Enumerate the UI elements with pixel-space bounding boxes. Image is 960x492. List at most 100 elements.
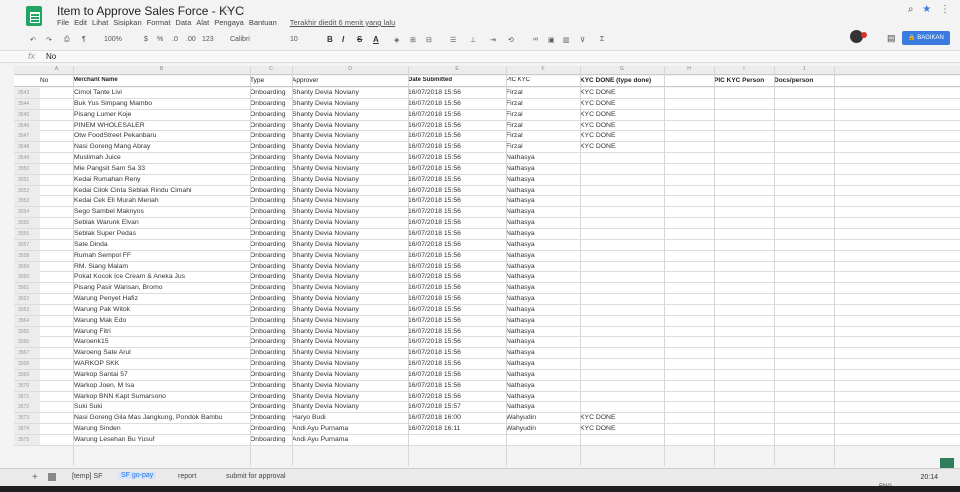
cell-date[interactable]: 16/07/2018 15:56 xyxy=(408,230,504,237)
header-approver[interactable]: Approver xyxy=(292,77,392,84)
cell-approver[interactable]: Shanty Devia Noviany xyxy=(292,208,406,215)
link-icon[interactable]: ∞ xyxy=(533,36,538,43)
cell-type[interactable]: Onboarding xyxy=(250,263,290,270)
cell-approver[interactable]: Andi Ayu Purnama xyxy=(292,436,406,443)
table-row[interactable]: 3558 Rumah Sempol FF Onboarding Shanty Devi… xyxy=(14,250,960,262)
cell-approver[interactable]: Shanty Devia Noviany xyxy=(292,273,406,280)
row-number[interactable]: 3554 xyxy=(14,207,40,218)
cell-date[interactable]: 16/07/2018 16:00 xyxy=(408,414,504,421)
bookmark-star-icon[interactable]: ★ xyxy=(922,4,931,15)
cell-kyc[interactable]: KYC DONE xyxy=(580,425,662,432)
row-number[interactable]: 3544 xyxy=(14,98,40,109)
table-row[interactable]: 3568 WARKOP SKK Onboarding Shanty Devia Nov… xyxy=(14,359,960,370)
cell-approver[interactable]: Haryo Budi xyxy=(292,414,406,421)
rotate-icon[interactable]: ⟲ xyxy=(508,36,514,44)
row-number[interactable]: 3567 xyxy=(14,348,40,359)
table-row[interactable]: 3569 Warkop Santai 57 Onboarding Shanty Dev… xyxy=(14,369,960,381)
table-row[interactable]: 3543 Cimol Tante Livi Onboarding Shanty Dev… xyxy=(14,88,960,99)
cell-approver[interactable]: Shanty Devia Noviany xyxy=(292,154,406,161)
tab-sf-go-pay[interactable]: SF go-pay xyxy=(118,472,157,479)
cell-merchant[interactable]: Otw FoodStreet Pekanbaru xyxy=(74,132,249,139)
table-row[interactable]: 3575 Warung Lesehan Bu Yusuf Onboarding And… xyxy=(14,435,960,446)
vertical-align-icon[interactable]: ⊥ xyxy=(470,36,476,44)
table-row[interactable]: 3559 RM. Siang Malam Onboarding Shanty Devi… xyxy=(14,261,960,273)
cell-merchant[interactable]: Warung Lesehan Bu Yusuf xyxy=(74,436,249,443)
cell-merchant[interactable]: Nasi Goreng Mang Abray xyxy=(74,143,249,150)
table-row[interactable]: 3561 Pisang Pasir Warisan, Bromo Onboardin… xyxy=(14,283,960,295)
table-row[interactable]: 3564 Warung Mak Edo Onboarding Shanty Devia… xyxy=(14,315,960,327)
column-header[interactable]: J xyxy=(774,66,834,72)
cell-approver[interactable]: Shanty Devia Noviany xyxy=(292,165,406,172)
cell-type[interactable]: Onboarding xyxy=(250,219,290,226)
cell-type[interactable]: Onboarding xyxy=(250,154,290,161)
cell-pic[interactable]: Nathasya xyxy=(506,165,578,172)
cell-pic[interactable]: Wahyudin xyxy=(506,425,578,432)
cell-approver[interactable]: Shanty Devia Noviany xyxy=(292,89,406,96)
cell-date[interactable]: 16/07/2018 15:56 xyxy=(408,100,504,107)
cell-pic[interactable]: Nathasya xyxy=(506,382,578,389)
strikethrough-button[interactable]: S xyxy=(357,35,362,44)
cell-type[interactable]: Onboarding xyxy=(250,197,290,204)
cell-merchant[interactable]: Warkop Santai 57 xyxy=(74,371,249,378)
cell-merchant[interactable]: PINEM WHOLESALER xyxy=(74,122,249,129)
cell-type[interactable]: Onboarding xyxy=(250,132,290,139)
cell-merchant[interactable]: Cimol Tante Livi xyxy=(74,89,249,96)
table-row[interactable]: 3547 Otw FoodStreet Pekanbaru Onboarding Sh… xyxy=(14,131,960,143)
header-date[interactable]: Date Submitted xyxy=(408,77,498,83)
cell-pic[interactable]: Nathasya xyxy=(506,393,578,400)
add-sheet-icon[interactable]: + xyxy=(32,472,38,483)
cell-merchant[interactable]: Seblak Super Pedas xyxy=(74,230,249,237)
column-header[interactable]: G xyxy=(580,66,664,72)
cell-approver[interactable]: Shanty Devia Noviany xyxy=(292,403,406,410)
cell-type[interactable]: Onboarding xyxy=(250,414,290,421)
table-row[interactable]: 3544 Buk Yus Simpang Mambo Onboarding Shant… xyxy=(14,98,960,110)
row-number[interactable]: 3566 xyxy=(14,337,40,348)
cell-merchant[interactable]: Pisang Pasir Warisan, Bromo xyxy=(74,284,249,291)
row-number[interactable]: 3547 xyxy=(14,131,40,142)
formula-bar[interactable]: fx No xyxy=(0,50,960,63)
cell-approver[interactable]: Shanty Devia Noviany xyxy=(292,284,406,291)
cell-pic[interactable]: Firzal xyxy=(506,143,578,150)
cell-approver[interactable]: Shanty Devia Noviany xyxy=(292,393,406,400)
cell-merchant[interactable]: Seblak Warunk Elvan xyxy=(74,219,249,226)
cell-merchant[interactable]: RM. Siang Malam xyxy=(74,263,249,270)
zoom-select[interactable]: 100% xyxy=(104,36,122,43)
comments-icon[interactable]: ▤ xyxy=(887,33,896,44)
cell-merchant[interactable]: Nasi Goreng Gila Mas Jangkung, Pondok Ba… xyxy=(74,414,249,421)
cell-merchant[interactable]: Buk Yus Simpang Mambo xyxy=(74,100,249,107)
table-row[interactable]: 3545 Pisang Lumer Koje Onboarding Shanty De… xyxy=(14,109,960,121)
cell-type[interactable]: Onboarding xyxy=(250,360,290,367)
cell-merchant[interactable]: Waroenk15 xyxy=(74,338,249,345)
cell-merchant[interactable]: Sego Sambel Maknyos xyxy=(74,208,249,215)
row-number[interactable]: 3565 xyxy=(14,326,40,337)
cell-type[interactable]: Onboarding xyxy=(250,208,290,215)
table-row[interactable]: 3570 Warkop Joen, M Isa Onboarding Shanty D… xyxy=(14,380,960,392)
row-number[interactable]: 3550 xyxy=(14,163,40,174)
cell-kyc[interactable]: KYC DONE xyxy=(580,414,662,421)
column-header[interactable]: C xyxy=(250,66,292,72)
cell-date[interactable]: 16/07/2018 15:56 xyxy=(408,111,504,118)
table-row[interactable]: 3567 Waroeng Sate Arul Onboarding Shanty De… xyxy=(14,348,960,360)
cell-date[interactable]: 16/07/2018 15:56 xyxy=(408,132,504,139)
row-number[interactable]: 3558 xyxy=(14,250,40,261)
row-number[interactable]: 3562 xyxy=(14,294,40,305)
row-number[interactable]: 3573 xyxy=(14,413,40,424)
increase-decimal-button[interactable]: .00 xyxy=(186,36,196,43)
table-row[interactable]: 3572 Suki Suki Onboarding Shanty Devia Novi… xyxy=(14,402,960,414)
functions-icon[interactable]: Σ xyxy=(600,36,604,43)
header-pic-kyc-person[interactable]: PIC KYC Person xyxy=(714,77,774,84)
cell-date[interactable]: 16/07/2018 15:56 xyxy=(408,241,504,248)
menu-item[interactable]: Pengaya xyxy=(214,18,244,27)
cell-date[interactable]: 16/07/2018 15:56 xyxy=(408,143,504,150)
cell-date[interactable]: 16/07/2018 15:56 xyxy=(408,393,504,400)
cell-approver[interactable]: Shanty Devia Noviany xyxy=(292,338,406,345)
cell-date[interactable]: 16/07/2018 15:56 xyxy=(408,295,504,302)
table-row[interactable]: 3551 Kedai Rumahan Reny Onboarding Shanty D… xyxy=(14,174,960,186)
cell-date[interactable]: 16/07/2018 15:56 xyxy=(408,273,504,280)
cell-date[interactable]: 16/07/2018 15:56 xyxy=(408,122,504,129)
cell-date[interactable]: 16/07/2018 15:56 xyxy=(408,176,504,183)
tab-report[interactable]: report xyxy=(178,473,196,480)
cell-date[interactable]: 16/07/2018 15:56 xyxy=(408,371,504,378)
cell-approver[interactable]: Shanty Devia Noviany xyxy=(292,317,406,324)
cell-pic[interactable]: Nathasya xyxy=(506,208,578,215)
